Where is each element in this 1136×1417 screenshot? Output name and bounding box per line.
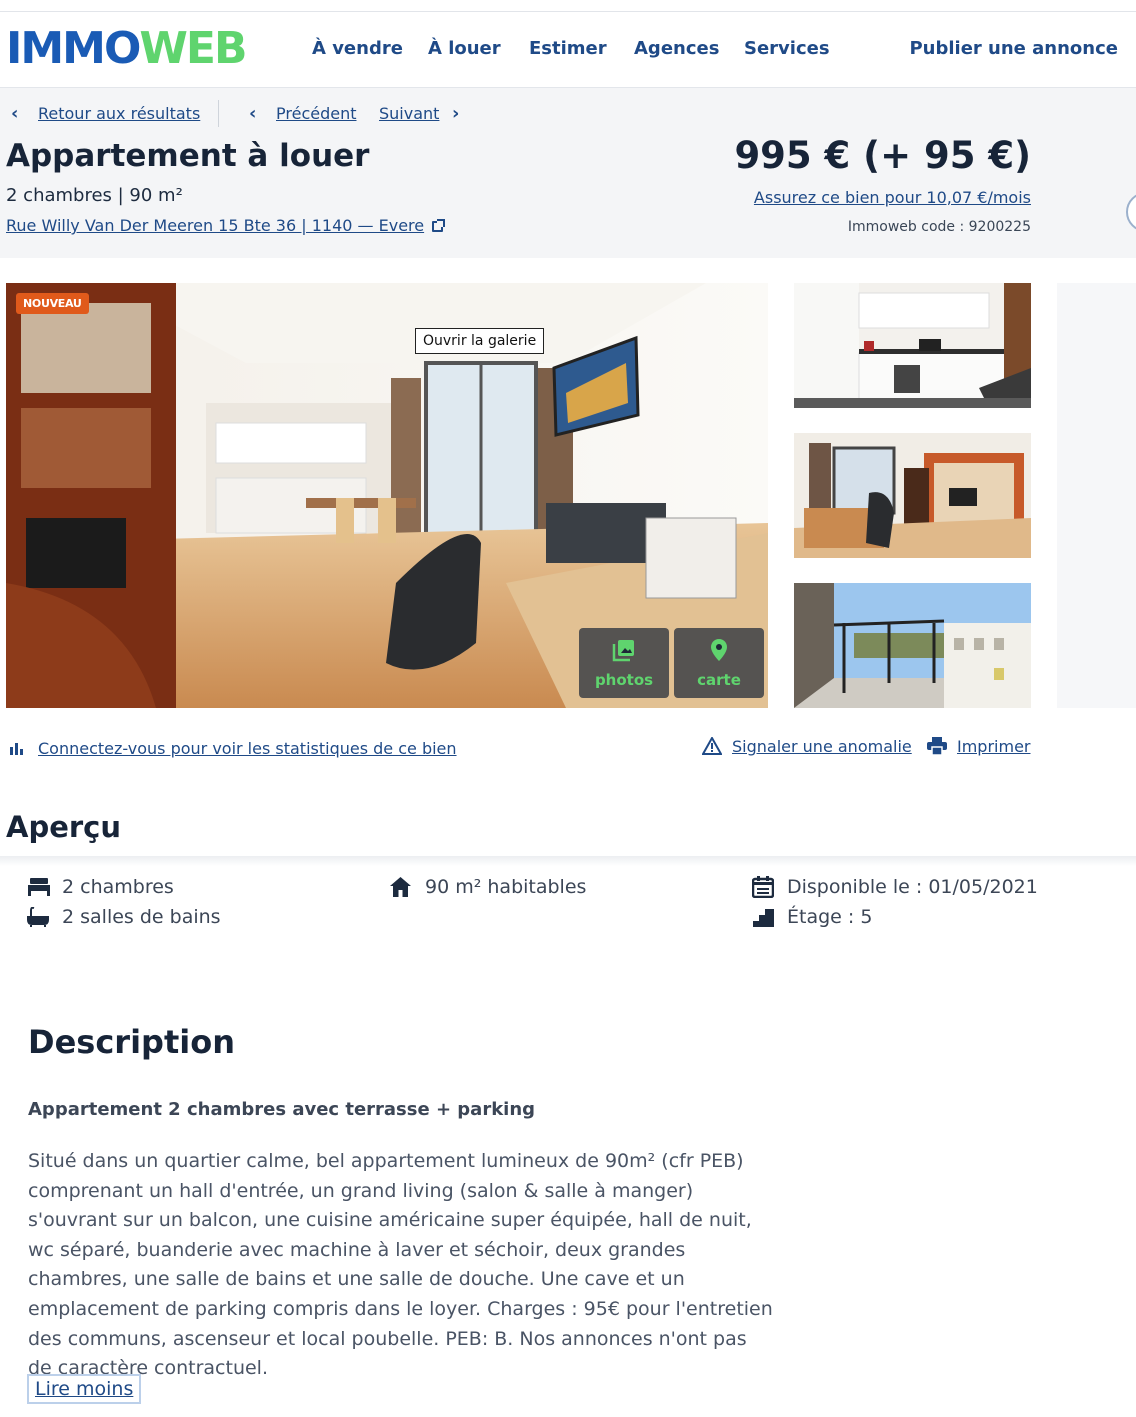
description-subtitle: Appartement 2 chambres avec terrasse + p… — [28, 1099, 536, 1120]
kitchen-image — [794, 283, 1031, 408]
photos-icon — [612, 640, 634, 662]
immoweb-logo[interactable]: IMMOWEB — [6, 23, 248, 74]
site-header: IMMOWEB À vendre À louer Estimer Agences… — [0, 12, 1136, 88]
floor-number: Étage : 5 — [787, 906, 873, 928]
print-link[interactable]: Imprimer — [957, 737, 1031, 756]
nav-a-louer[interactable]: À louer — [428, 38, 501, 59]
overview-divider — [0, 856, 1136, 866]
main-photo[interactable]: NOUVEAU Ouvrir la galerie photos carte — [6, 283, 768, 708]
warning-icon — [702, 737, 722, 755]
bathrooms-count: 2 salles de bains — [62, 906, 221, 928]
price: 995 € (+ 95 €) — [734, 134, 1031, 177]
logo-part-immo: IMMO — [6, 23, 141, 74]
ad-placeholder — [1057, 283, 1136, 708]
nav-a-vendre[interactable]: À vendre — [312, 38, 403, 59]
printer-icon — [927, 737, 947, 755]
chevron-left-icon[interactable]: ‹ — [11, 103, 18, 124]
breadcrumb-divider — [218, 100, 219, 127]
photos-button[interactable]: photos — [579, 628, 669, 698]
description-body: Situé dans un quartier calme, bel appart… — [28, 1150, 773, 1380]
read-less-button[interactable]: Lire moins — [27, 1374, 142, 1404]
thumbnail-balcony[interactable] — [794, 583, 1031, 708]
insurance-link[interactable]: Assurez ce bien pour 10,07 €/mois — [754, 188, 1031, 207]
back-to-results-link[interactable]: Retour aux résultats — [38, 104, 200, 123]
external-link-icon — [432, 219, 446, 232]
listing-summary: 2 chambres | 90 m² — [6, 185, 183, 206]
new-badge: NOUVEAU — [16, 293, 89, 314]
photos-label: photos — [594, 671, 654, 689]
immoweb-code: Immoweb code : 9200225 — [847, 219, 1031, 235]
nav-agences[interactable]: Agences — [634, 38, 719, 59]
bathtub-icon — [27, 907, 49, 927]
nav-estimer[interactable]: Estimer — [529, 38, 607, 59]
map-button[interactable]: carte — [674, 628, 764, 698]
map-pin-icon — [711, 639, 727, 661]
thumbnail-living-room[interactable] — [794, 433, 1031, 558]
page-title: Appartement à louer — [6, 138, 370, 174]
bed-icon — [28, 878, 50, 896]
open-gallery-tooltip: Ouvrir la galerie — [415, 328, 545, 354]
calendar-icon — [752, 876, 774, 898]
chevron-right-icon[interactable]: › — [452, 103, 459, 124]
report-anomaly-link[interactable]: Signaler une anomalie — [732, 737, 912, 756]
living-room-thumb-image — [794, 433, 1031, 558]
bedrooms-count: 2 chambres — [62, 876, 174, 898]
chevron-left-icon[interactable]: ‹ — [249, 103, 256, 124]
living-surface: 90 m² habitables — [425, 876, 587, 898]
availability-date: Disponible le : 01/05/2021 — [787, 876, 1038, 898]
house-icon — [390, 877, 411, 897]
next-link[interactable]: Suivant — [379, 104, 439, 123]
logo-part-web: WEB — [139, 23, 247, 74]
description-title: Description — [28, 1023, 235, 1061]
balcony-image — [794, 583, 1031, 708]
statistics-login-link[interactable]: Connectez-vous pour voir les statistique… — [38, 739, 457, 758]
publish-listing-link[interactable]: Publier une annonce — [909, 38, 1118, 59]
overview-title: Aperçu — [6, 810, 122, 844]
bar-chart-icon — [10, 743, 23, 755]
previous-link[interactable]: Précédent — [276, 104, 357, 123]
map-label: carte — [697, 671, 741, 689]
address-link[interactable]: Rue Willy Van Der Meeren 15 Bte 36 | 114… — [6, 216, 446, 235]
address-text: Rue Willy Van Der Meeren 15 Bte 36 | 114… — [6, 216, 425, 235]
nav-services[interactable]: Services — [744, 38, 830, 59]
stairs-icon — [753, 909, 774, 927]
thumbnail-kitchen[interactable] — [794, 283, 1031, 408]
